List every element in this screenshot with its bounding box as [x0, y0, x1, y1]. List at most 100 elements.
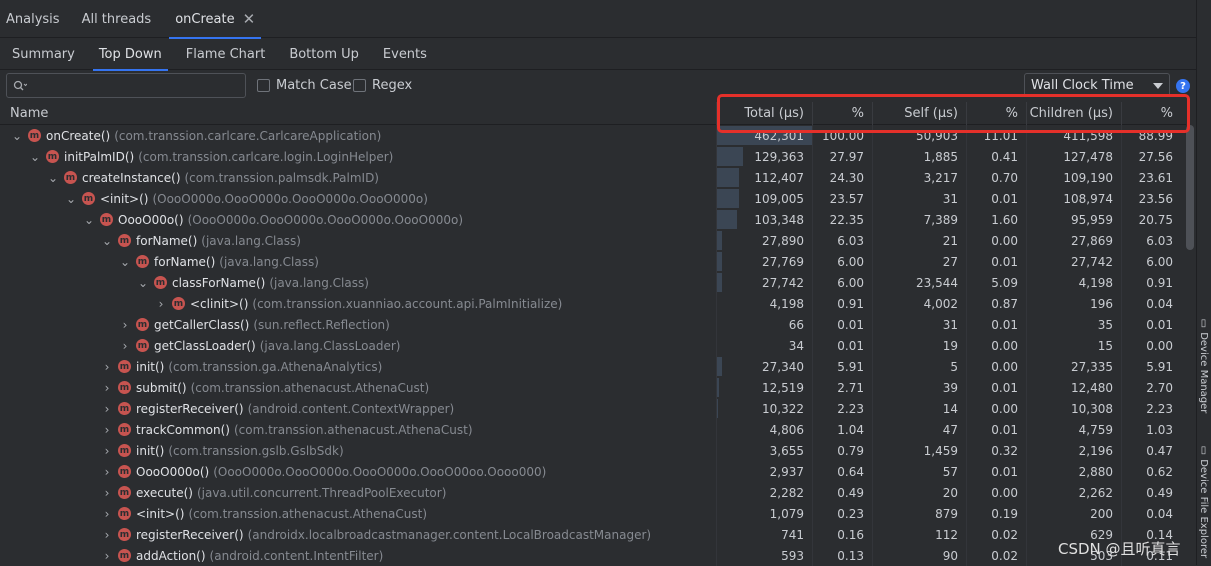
vertical-scrollbar[interactable] — [1186, 125, 1194, 250]
highlight-box — [717, 94, 1190, 133]
self-pct-cell: 0.01 — [966, 419, 1026, 440]
class-name: (android.content.ContextWrapper) — [248, 402, 455, 416]
class-name: (OooO000o.OooO000o.OooO000o.OooO00oo.Ooo… — [213, 465, 546, 479]
table-row[interactable]: ⌄mclassForName()(java.lang.Class)27,7426… — [0, 272, 1186, 293]
method-name: addAction() — [136, 549, 206, 563]
close-icon[interactable]: ✕ — [243, 10, 256, 28]
self-pct-cell: 0.02 — [966, 524, 1026, 545]
self-cell: 47 — [872, 419, 966, 440]
table-row[interactable]: ›mgetClassLoader()(java.lang.ClassLoader… — [0, 335, 1186, 356]
table-row[interactable]: ›minit()(com.transsion.ga.AthenaAnalytic… — [0, 356, 1186, 377]
table-body: ⌄monCreate()(com.transsion.carlcare.Carl… — [0, 125, 1186, 566]
table-row[interactable]: ⌄mforName()(java.lang.Class)27,7696.0027… — [0, 251, 1186, 272]
table-row[interactable]: ⌄minitPalmID()(com.transsion.carlcare.lo… — [0, 146, 1186, 167]
method-icon: m — [118, 507, 131, 520]
table-row[interactable]: ⌄mOooO00o()(OooO000o.OooO000o.OooO000o.O… — [0, 209, 1186, 230]
table-row[interactable]: ⌄m<init>()(OooO000o.OooO000o.OooO000o.Oo… — [0, 188, 1186, 209]
chevron-right-icon[interactable]: › — [100, 444, 114, 458]
tab-oncreate[interactable]: onCreate ✕ — [169, 0, 261, 38]
children-pct-cell: 0.49 — [1121, 482, 1181, 503]
device-manager-tab[interactable]: ▯ Device Manager — [1198, 318, 1209, 413]
tab-events-label: Events — [383, 47, 427, 62]
help-icon[interactable]: ? — [1176, 79, 1190, 93]
chevron-down-icon[interactable]: ⌄ — [136, 276, 150, 290]
total-cell: 2,937 — [716, 461, 812, 482]
chevron-down-icon[interactable]: ⌄ — [82, 213, 96, 227]
self-pct-cell: 0.00 — [966, 398, 1026, 419]
name-cell: ⌄minitPalmID()(com.transsion.carlcare.lo… — [0, 146, 716, 167]
self-pct-cell: 0.01 — [966, 314, 1026, 335]
method-icon: m — [118, 444, 131, 457]
tab-all-threads[interactable]: All threads — [76, 0, 158, 38]
tab-events[interactable]: Events — [371, 38, 439, 70]
method-icon: m — [154, 276, 167, 289]
chevron-right-icon[interactable]: › — [100, 507, 114, 521]
class-name: (androidx.localbroadcastmanager.content.… — [248, 528, 652, 542]
chevron-right-icon[interactable]: › — [100, 360, 114, 374]
total-pct-cell: 6.00 — [812, 272, 872, 293]
children-cell: 15 — [1026, 335, 1121, 356]
table-row[interactable]: ›m<clinit>()(com.transsion.xuanniao.acco… — [0, 293, 1186, 314]
table-row[interactable]: ›maddAction()(android.content.IntentFilt… — [0, 545, 1186, 566]
table-row[interactable]: ›mexecute()(java.util.concurrent.ThreadP… — [0, 482, 1186, 503]
chevron-right-icon[interactable]: › — [100, 423, 114, 437]
table-row[interactable]: ›mregisterReceiver()(androidx.localbroad… — [0, 524, 1186, 545]
chevron-right-icon[interactable]: › — [118, 318, 132, 332]
tab-bottom-up[interactable]: Bottom Up — [277, 38, 371, 70]
chevron-right-icon[interactable]: › — [100, 402, 114, 416]
tab-analysis[interactable]: Analysis — [0, 0, 66, 38]
chevron-down-icon[interactable]: ⌄ — [28, 150, 42, 164]
table-row[interactable]: ›minit()(com.transsion.gslb.GslbSdk)3,65… — [0, 440, 1186, 461]
table-row[interactable]: ›mOooO000o()(OooO000o.OooO000o.OooO000o.… — [0, 461, 1186, 482]
chevron-right-icon[interactable]: › — [100, 549, 114, 563]
regex-checkbox[interactable]: Regex — [353, 78, 412, 93]
tab-top-down[interactable]: Top Down — [87, 38, 174, 70]
device-file-explorer-tab[interactable]: ▯ Device File Explorer — [1198, 445, 1209, 558]
class-name: (java.lang.Class) — [269, 276, 369, 290]
table-row[interactable]: ›mtrackCommon()(com.transsion.athenacust… — [0, 419, 1186, 440]
chevron-right-icon[interactable]: › — [118, 339, 132, 353]
regex-box[interactable] — [353, 79, 366, 92]
tab-flame-chart[interactable]: Flame Chart — [174, 38, 278, 70]
self-cell: 27 — [872, 251, 966, 272]
table-row[interactable]: ›mgetCallerClass()(sun.reflect.Reflectio… — [0, 314, 1186, 335]
self-cell: 14 — [872, 398, 966, 419]
chevron-right-icon[interactable]: › — [100, 381, 114, 395]
method-icon: m — [118, 528, 131, 541]
self-cell: 21 — [872, 230, 966, 251]
table-row[interactable]: ›m<init>()(com.transsion.athenacust.Athe… — [0, 503, 1186, 524]
name-cell: ›mregisterReceiver()(androidx.localbroad… — [0, 524, 716, 545]
class-name: (java.util.concurrent.ThreadPoolExecutor… — [197, 486, 446, 500]
total-cell: 34 — [716, 335, 812, 356]
match-case-checkbox[interactable]: Match Case — [257, 78, 352, 93]
name-cell: ›minit()(com.transsion.ga.AthenaAnalytic… — [0, 356, 716, 377]
chevron-down-icon — [1153, 83, 1163, 89]
table-row[interactable]: ⌄mforName()(java.lang.Class)27,8906.0321… — [0, 230, 1186, 251]
chevron-down-icon[interactable]: ⌄ — [46, 171, 60, 185]
table-row[interactable]: ›msubmit()(com.transsion.athenacust.Athe… — [0, 377, 1186, 398]
chevron-down-icon[interactable]: ⌄ — [100, 234, 114, 248]
self-cell: 31 — [872, 314, 966, 335]
children-pct-cell: 6.03 — [1121, 230, 1181, 251]
chevron-right-icon[interactable]: › — [100, 465, 114, 479]
name-cell: ›mtrackCommon()(com.transsion.athenacust… — [0, 419, 716, 440]
chevron-down-icon[interactable]: ⌄ — [64, 192, 78, 206]
self-cell: 1,885 — [872, 146, 966, 167]
search-input[interactable] — [6, 73, 246, 98]
match-case-box[interactable] — [257, 79, 270, 92]
chevron-down-icon[interactable]: ⌄ — [118, 255, 132, 269]
chevron-down-icon[interactable]: ⌄ — [10, 129, 24, 143]
tab-summary[interactable]: Summary — [0, 38, 87, 70]
column-header-name[interactable]: Name — [0, 102, 716, 125]
self-pct-cell: 5.09 — [966, 272, 1026, 293]
children-pct-cell: 6.00 — [1121, 251, 1181, 272]
table-row[interactable]: ›mregisterReceiver()(android.content.Con… — [0, 398, 1186, 419]
name-cell: ›m<clinit>()(com.transsion.xuanniao.acco… — [0, 293, 716, 314]
method-name: <clinit>() — [190, 297, 248, 311]
table-row[interactable]: ⌄mcreateInstance()(com.transsion.palmsdk… — [0, 167, 1186, 188]
chevron-right-icon[interactable]: › — [100, 486, 114, 500]
children-pct-cell: 0.47 — [1121, 440, 1181, 461]
chevron-right-icon[interactable]: › — [154, 297, 168, 311]
chevron-right-icon[interactable]: › — [100, 528, 114, 542]
children-cell: 27,335 — [1026, 356, 1121, 377]
